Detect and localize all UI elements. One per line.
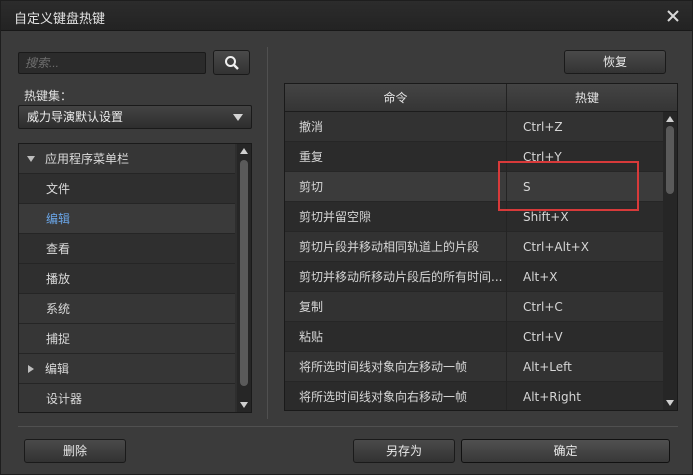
chevron-down-icon [233, 114, 243, 121]
scroll-up-icon[interactable] [666, 116, 674, 122]
title-bar: 自定义键盘热键 [1, 1, 692, 31]
restore-button[interactable]: 恢复 [564, 50, 666, 74]
column-header-command[interactable]: 命令 [285, 84, 507, 112]
hotkey-cell[interactable]: Ctrl+C [508, 292, 663, 322]
command-cell: 粘贴 [285, 322, 507, 352]
table-row[interactable]: 撤消 Ctrl+Z [285, 112, 663, 142]
tree-item-view[interactable]: 查看 [19, 234, 235, 264]
search-button[interactable] [213, 50, 250, 75]
footer-divider [18, 426, 678, 427]
save-as-button[interactable]: 另存为 [353, 439, 455, 463]
hotkey-cell[interactable]: Alt+Left [508, 352, 663, 382]
table-row[interactable]: 剪切并移动所移动片段后的所有时间... Alt+X [285, 262, 663, 292]
close-button[interactable] [662, 5, 684, 27]
tree-item-label: 文件 [46, 182, 71, 196]
keyset-dropdown[interactable]: 威力导演默认设置 [18, 105, 252, 129]
hotkey-cell[interactable]: Alt+Right [508, 382, 663, 410]
table-header: 命令 热键 [285, 84, 677, 112]
command-cell: 剪切并移动所移动片段后的所有时间... [285, 262, 507, 292]
table-scrollbar[interactable] [663, 112, 677, 410]
command-cell: 将所选时间线对象向左移动一帧 [285, 352, 507, 382]
tree-item-capture[interactable]: 捕捉 [19, 324, 235, 354]
tree-item-playback[interactable]: 播放 [19, 264, 235, 294]
tree-item-file[interactable]: 文件 [19, 174, 235, 204]
category-tree: 应用程序菜单栏 文件 编辑 查看 播放 系统 捕捉 编辑 设计器 [18, 143, 252, 413]
table-row[interactable]: 将所选时间线对象向左移动一帧 Alt+Left [285, 352, 663, 382]
tree-item-edit[interactable]: 编辑 [19, 204, 235, 234]
keyset-label: 热键集： [24, 89, 73, 103]
tree-item-label: 系统 [46, 302, 71, 316]
tree-item-label: 设计器 [46, 392, 83, 406]
scroll-down-icon[interactable] [666, 400, 674, 406]
search-icon [224, 55, 239, 70]
scroll-up-icon[interactable] [240, 148, 248, 154]
command-cell: 撤消 [285, 112, 507, 142]
command-cell: 将所选时间线对象向右移动一帧 [285, 382, 507, 410]
scrollbar-thumb[interactable] [240, 160, 248, 386]
window-title: 自定义键盘热键 [14, 12, 106, 27]
hotkey-cell[interactable]: Alt+X [508, 262, 663, 292]
tree-item-label: 查看 [46, 242, 71, 256]
keyset-selected-value: 威力导演默认设置 [27, 110, 124, 124]
tree-item-label: 编辑 [46, 212, 71, 226]
collapsed-arrow-icon[interactable] [28, 365, 34, 373]
table-row[interactable]: 将所选时间线对象向右移动一帧 Alt+Right [285, 382, 663, 410]
hotkey-cell[interactable]: Ctrl+Alt+X [508, 232, 663, 262]
table-row[interactable]: 粘贴 Ctrl+V [285, 322, 663, 352]
hotkey-cell[interactable]: Ctrl+V [508, 322, 663, 352]
tree-item-system[interactable]: 系统 [19, 294, 235, 324]
tree-item-edit-category[interactable]: 编辑 [19, 354, 235, 384]
command-cell: 剪切 [285, 172, 507, 202]
command-cell: 剪切并留空隙 [285, 202, 507, 232]
tree-item-label: 编辑 [45, 362, 70, 376]
scroll-down-icon[interactable] [240, 402, 248, 408]
tree-item-label: 捕捉 [46, 332, 71, 346]
command-cell: 重复 [285, 142, 507, 172]
tree-scrollbar[interactable] [237, 144, 251, 412]
expanded-arrow-icon[interactable] [27, 156, 35, 162]
column-header-hotkey[interactable]: 热键 [507, 84, 667, 112]
table-row[interactable]: 剪切片段并移动相同轨道上的片段 Ctrl+Alt+X [285, 232, 663, 262]
table-row[interactable]: 复制 Ctrl+C [285, 292, 663, 322]
tree-item-label: 播放 [46, 272, 71, 286]
panel-divider [267, 47, 268, 419]
hotkey-table: 命令 热键 撤消 Ctrl+Z 重复 Ctrl+Y 剪切 S 剪切并留空隙 Sh… [284, 83, 678, 411]
delete-button[interactable]: 删除 [24, 439, 126, 463]
ok-button[interactable]: 确定 [461, 439, 670, 463]
hotkey-dialog: 自定义键盘热键 热键集： 威力导演默认设置 应用程序菜单栏 文件 编辑 查看 [0, 0, 693, 475]
close-icon [667, 10, 679, 22]
tree-item-designer[interactable]: 设计器 [19, 384, 235, 412]
tree-item-app-menubar[interactable]: 应用程序菜单栏 [19, 144, 235, 174]
search-input[interactable] [18, 52, 206, 74]
highlight-annotation-box [498, 161, 639, 211]
tree-item-label: 应用程序菜单栏 [45, 152, 130, 166]
command-cell: 剪切片段并移动相同轨道上的片段 [285, 232, 507, 262]
hotkey-cell[interactable]: Ctrl+Z [508, 112, 663, 142]
scrollbar-thumb[interactable] [666, 126, 674, 194]
command-cell: 复制 [285, 292, 507, 322]
